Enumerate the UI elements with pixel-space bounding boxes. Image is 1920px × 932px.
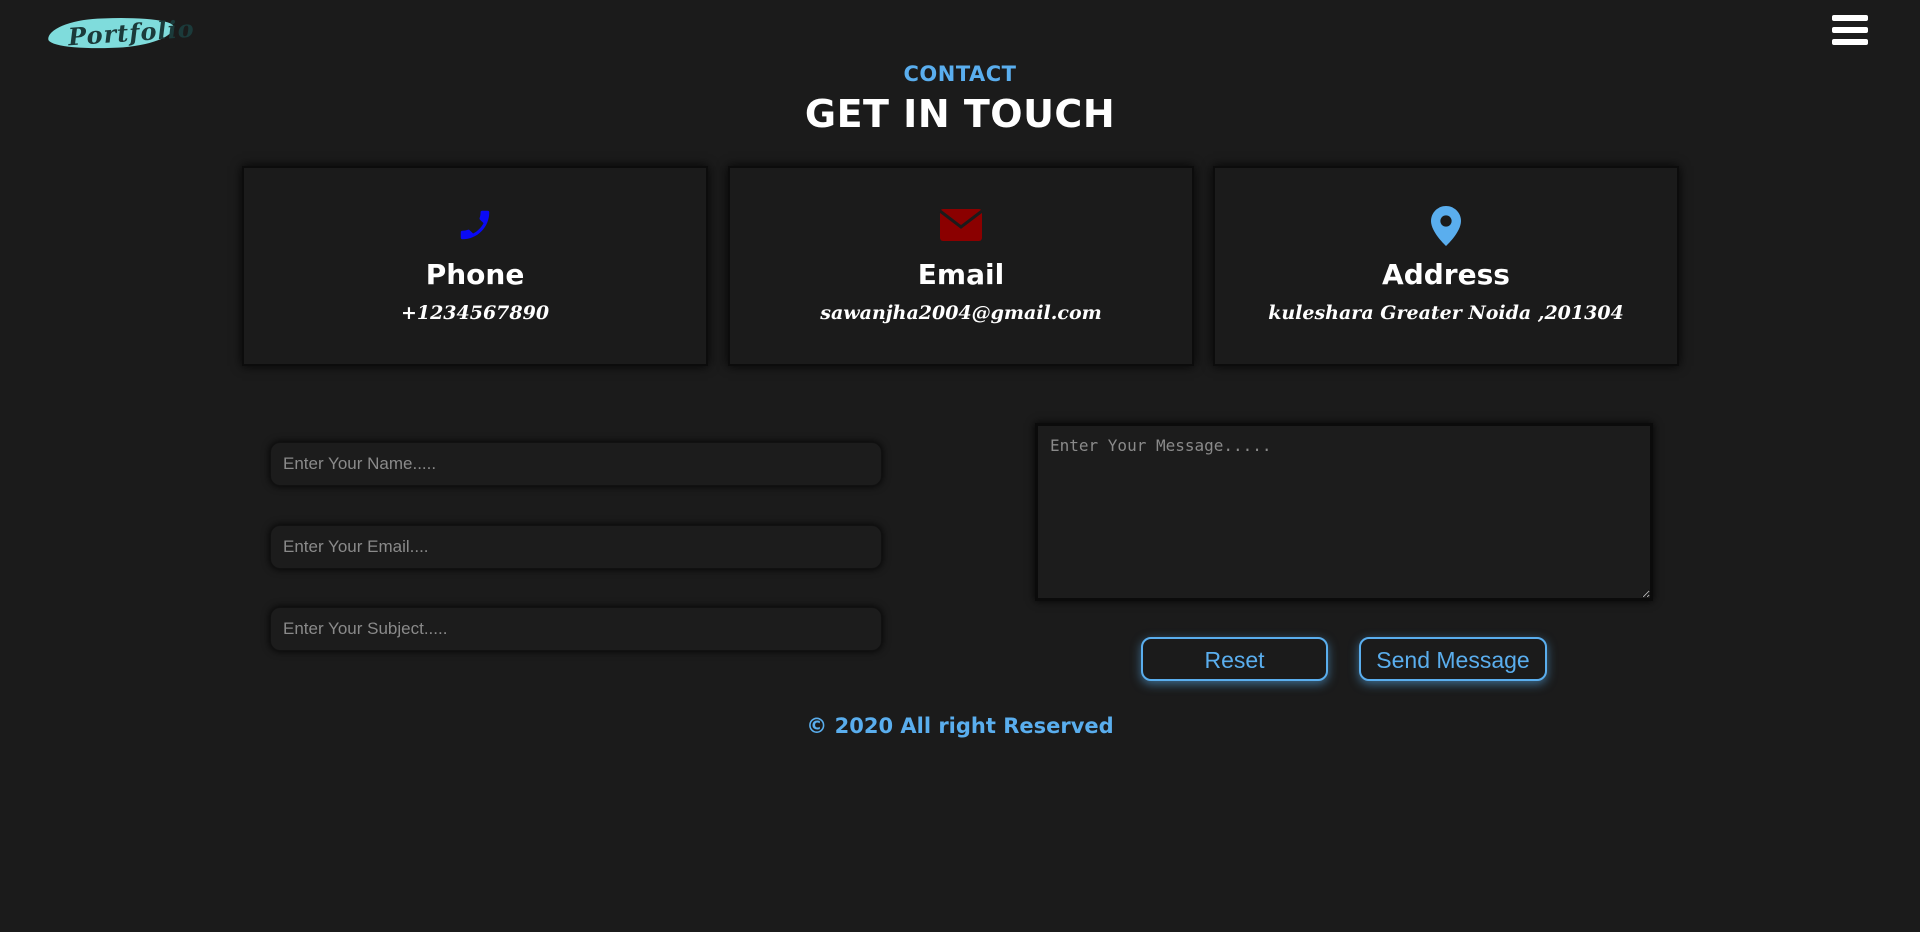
message-textarea[interactable] [1035, 423, 1653, 601]
page-title: GET IN TOUCH [804, 92, 1116, 136]
menu-bar [1832, 39, 1868, 45]
phone-card: Phone +1234567890 [242, 166, 708, 366]
phone-icon [244, 206, 706, 246]
email-card: Email sawanjha2004@gmail.com [728, 166, 1194, 366]
send-message-button[interactable]: Send Message [1359, 637, 1547, 681]
reset-button[interactable]: Reset [1141, 637, 1328, 681]
address-label: Address [1382, 258, 1510, 291]
hamburger-icon[interactable] [1832, 15, 1868, 45]
envelope-icon [730, 206, 1192, 246]
phone-value: +1234567890 [400, 302, 550, 324]
site-logo[interactable]: Portfolio [47, 12, 196, 52]
address-value: kuleshara Greater Noida ,201304 [1268, 302, 1624, 324]
section-eyebrow: CONTACT [903, 62, 1017, 86]
menu-bar [1832, 15, 1868, 21]
email-input[interactable] [270, 525, 882, 569]
email-value: sawanjha2004@gmail.com [820, 302, 1102, 324]
phone-label: Phone [425, 258, 525, 291]
subject-input[interactable] [270, 607, 882, 651]
address-card: Address kuleshara Greater Noida ,201304 [1213, 166, 1679, 366]
email-label: Email [917, 258, 1005, 291]
footer-copyright: © 2020 All right Reserved [806, 714, 1114, 738]
name-input[interactable] [270, 442, 882, 486]
menu-bar [1832, 27, 1868, 33]
map-marker-icon [1215, 206, 1677, 246]
contact-cards: Phone +1234567890 Email sawanjha2004@gma… [242, 166, 1679, 366]
